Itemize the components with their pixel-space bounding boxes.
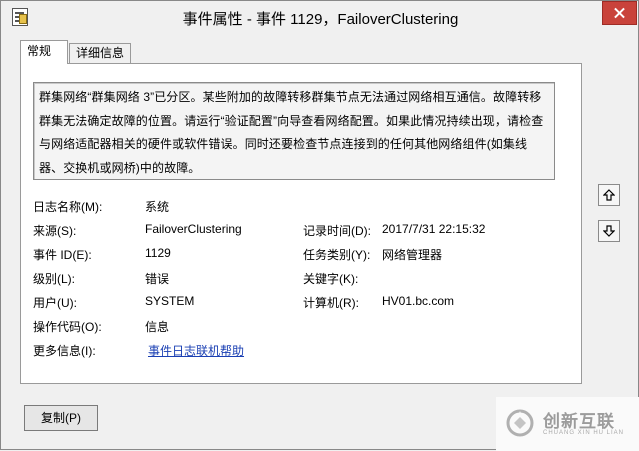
- level-label: 级别(L):: [33, 272, 76, 286]
- tab-general[interactable]: 常规: [20, 40, 68, 64]
- level-value: 错误: [145, 272, 170, 286]
- general-tab-panel: 群集网络“群集网络 3”已分区。某些附加的故障转移群集节点无法通过网络相互通信。…: [20, 63, 582, 384]
- close-icon[interactable]: [602, 1, 637, 25]
- log-name-label: 日志名称(M):: [33, 200, 103, 214]
- logged-label: 记录时间(D):: [303, 224, 371, 238]
- arrow-down-icon: [603, 225, 615, 237]
- event-id-value: 1129: [145, 246, 171, 260]
- computer-value: HV01.bc.com: [382, 294, 455, 308]
- tab-details[interactable]: 详细信息: [69, 43, 131, 63]
- task-category-label: 任务类别(Y):: [303, 248, 371, 262]
- log-name-value: 系统: [145, 200, 170, 214]
- user-value: SYSTEM: [145, 294, 195, 308]
- event-id-label: 事件 ID(E):: [33, 248, 92, 262]
- watermark: 创新互联 CHUANG XIN HU LIAN: [496, 397, 639, 451]
- watermark-cn-text: 创新互联: [543, 412, 615, 431]
- watermark-en-text: CHUANG XIN HU LIAN: [543, 430, 625, 436]
- keywords-label: 关键字(K):: [303, 272, 359, 286]
- previous-event-button[interactable]: [598, 184, 620, 206]
- event-log-online-help-link[interactable]: 事件日志联机帮助: [148, 342, 244, 359]
- event-description-box[interactable]: 群集网络“群集网络 3”已分区。某些附加的故障转移群集节点无法通过网络相互通信。…: [33, 82, 555, 180]
- watermark-logo-icon: [506, 409, 534, 437]
- title-bar[interactable]: 事件属性 - 事件 1129，FailoverClustering: [1, 1, 638, 33]
- event-description-text: 群集网络“群集网络 3”已分区。某些附加的故障转移群集节点无法通过网络相互通信。…: [39, 90, 544, 175]
- computer-label: 计算机(R):: [303, 296, 359, 310]
- arrow-up-icon: [603, 189, 615, 201]
- logged-value: 2017/7/31 22:15:32: [382, 222, 486, 236]
- source-value: FailoverClustering: [145, 222, 242, 236]
- copy-button[interactable]: 复制(P): [24, 405, 98, 431]
- task-category-value: 网络管理器: [382, 248, 443, 262]
- more-info-label: 更多信息(I):: [33, 344, 96, 358]
- window-title: 事件属性 - 事件 1129，FailoverClustering: [182, 11, 459, 28]
- user-label: 用户(U):: [33, 296, 77, 310]
- source-label: 来源(S):: [33, 224, 77, 238]
- opcode-label: 操作代码(O):: [33, 320, 102, 334]
- next-event-button[interactable]: [598, 220, 620, 242]
- event-properties-window: 事件属性 - 事件 1129，FailoverClustering 常规 详细信…: [0, 0, 639, 451]
- opcode-value: 信息: [145, 320, 170, 334]
